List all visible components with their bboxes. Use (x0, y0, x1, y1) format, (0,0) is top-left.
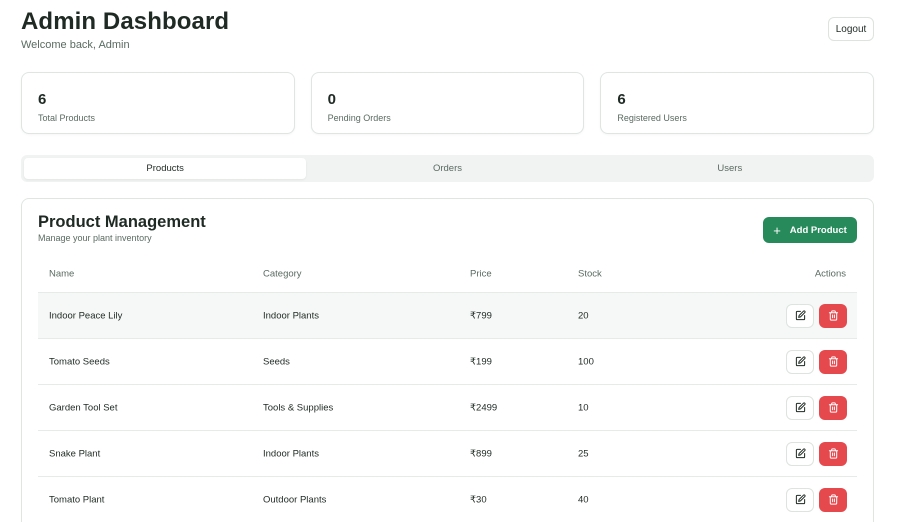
delete-button[interactable] (819, 349, 847, 374)
stat-value: 6 (38, 91, 47, 108)
row-actions (786, 441, 847, 466)
edit-button[interactable] (786, 441, 814, 466)
edit-button[interactable] (786, 487, 814, 512)
delete-button[interactable] (819, 303, 847, 328)
column-header-name: Name (49, 268, 75, 280)
stat-label: Total Products (38, 113, 96, 123)
table-row: Garden Tool Set Tools & Supplies ₹2499 1… (38, 385, 857, 431)
add-product-label: Add Product (789, 224, 847, 236)
trash-icon (828, 494, 838, 505)
trash-icon (828, 448, 838, 459)
row-actions (786, 303, 847, 328)
edit-button[interactable] (786, 395, 814, 420)
product-price: ₹2499 (470, 402, 498, 413)
stat-card-registered-users: 6 Registered Users (600, 72, 875, 134)
tab-orders[interactable]: Orders (306, 158, 588, 179)
product-price: ₹30 (470, 494, 487, 505)
products-table: Name Category Price Stock Actions Indoor… (38, 256, 857, 522)
stat-value: 6 (617, 91, 626, 108)
product-category: Outdoor Plants (263, 494, 327, 505)
stats-row: 6 Total Products 0 Pending Orders 6 Regi… (21, 72, 875, 134)
product-name: Indoor Peace Lily (49, 310, 123, 321)
page-header: Admin Dashboard Welcome back, Admin (21, 8, 229, 51)
product-stock: 10 (578, 402, 589, 413)
stat-value: 0 (327, 91, 337, 108)
logout-button[interactable]: Logout (828, 17, 874, 41)
product-price: ₹199 (470, 356, 492, 367)
product-name: Tomato Seeds (49, 356, 110, 367)
table-row: Tomato Plant Outdoor Plants ₹30 40 (38, 477, 857, 522)
panel-title: Product Management (38, 213, 206, 231)
table-row: Tomato Seeds Seeds ₹199 100 (38, 339, 857, 385)
tab-bar: Products Orders Users (21, 155, 874, 182)
stat-label: Registered Users (617, 113, 687, 123)
column-header-category: Category (263, 268, 302, 280)
edit-icon (795, 448, 806, 459)
edit-icon (795, 402, 806, 413)
trash-icon (828, 356, 838, 367)
tab-products[interactable]: Products (24, 158, 307, 179)
edit-icon (795, 494, 806, 505)
column-header-price: Price (470, 268, 492, 280)
product-category: Seeds (263, 356, 290, 367)
delete-button[interactable] (819, 487, 847, 512)
delete-button[interactable] (819, 395, 847, 420)
product-stock: 100 (578, 356, 594, 367)
product-name: Snake Plant (49, 448, 101, 459)
edit-icon (795, 356, 806, 367)
trash-icon (828, 310, 838, 321)
product-category: Indoor Plants (263, 448, 319, 459)
trash-icon (828, 402, 838, 413)
delete-button[interactable] (819, 441, 847, 466)
plus-icon: + (773, 222, 781, 238)
page-title: Admin Dashboard (21, 8, 230, 35)
tab-users[interactable]: Users (589, 158, 871, 179)
product-name: Garden Tool Set (49, 402, 118, 413)
welcome-text: Welcome back, Admin (21, 39, 130, 51)
product-stock: 20 (578, 310, 589, 321)
stat-card-total-products: 6 Total Products (21, 72, 295, 134)
stat-card-pending-orders: 0 Pending Orders (310, 72, 585, 134)
product-price: ₹899 (470, 448, 492, 459)
row-actions (786, 395, 847, 420)
stat-label: Pending Orders (327, 113, 391, 123)
row-actions (786, 349, 847, 374)
row-actions (786, 487, 847, 512)
product-category: Indoor Plants (263, 310, 319, 321)
product-name: Tomato Plant (49, 494, 105, 505)
table-row: Snake Plant Indoor Plants ₹899 25 (38, 431, 857, 477)
column-header-actions: Actions (814, 268, 846, 280)
product-stock: 25 (578, 448, 589, 459)
table-header-row: Name Category Price Stock Actions (38, 256, 857, 293)
table-row: Indoor Peace Lily Indoor Plants ₹799 20 (38, 293, 857, 339)
edit-button[interactable] (786, 303, 814, 328)
edit-icon (795, 310, 806, 321)
column-header-stock: Stock (578, 268, 602, 280)
product-management-panel: Product Management Manage your plant inv… (21, 198, 874, 522)
add-product-button[interactable]: + Add Product (763, 217, 857, 243)
edit-button[interactable] (786, 349, 814, 374)
product-price: ₹799 (470, 310, 492, 321)
product-stock: 40 (578, 494, 589, 505)
panel-subtitle: Manage your plant inventory (38, 233, 152, 243)
product-category: Tools & Supplies (263, 402, 334, 413)
